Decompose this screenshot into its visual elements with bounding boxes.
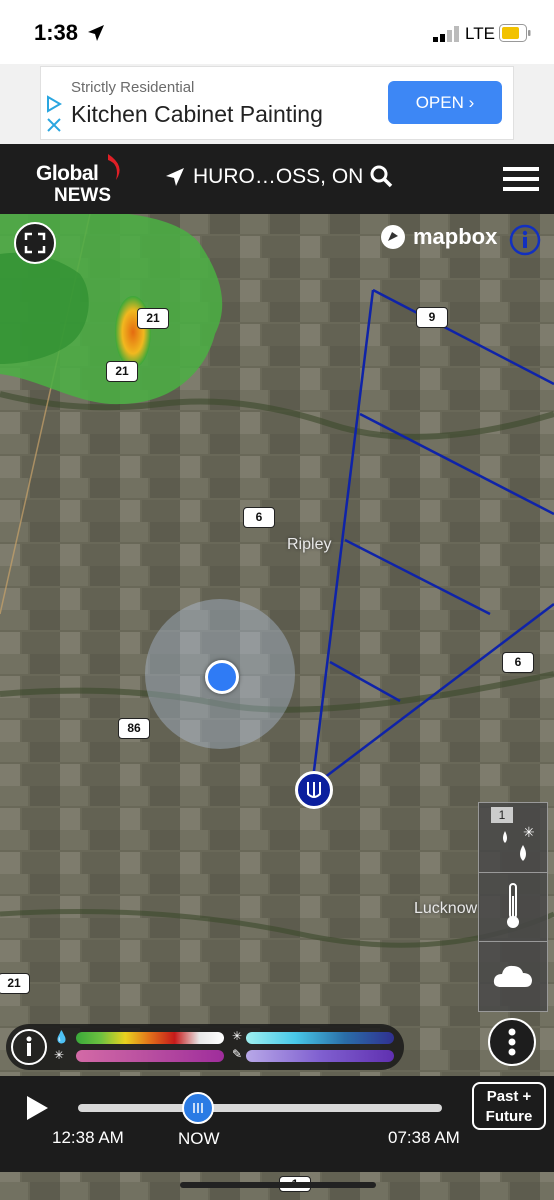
rain-scale-bar: [76, 1032, 224, 1044]
home-indicator: [180, 1182, 376, 1188]
cellular-signal-icon: [433, 26, 459, 42]
network-type: LTE: [465, 24, 495, 43]
rain-drops-icon: 💧: [54, 1030, 69, 1044]
ad-title[interactable]: Kitchen Cabinet Painting: [71, 101, 323, 128]
layer-precip[interactable]: 1 ✳: [479, 803, 547, 873]
freezing-scale-bar: [246, 1050, 394, 1062]
timeline-track[interactable]: [78, 1104, 442, 1112]
past-future-line1: Past +: [486, 1088, 532, 1105]
status-bar: 1:38 LTE: [0, 0, 554, 64]
snow-scale-bar: [246, 1032, 394, 1044]
mapbox-logo-icon: [381, 225, 405, 249]
road-shield: 9: [416, 307, 448, 328]
battery-icon: [499, 24, 531, 42]
thermometer-icon: [507, 883, 519, 928]
timeline-now-label: NOW: [178, 1129, 220, 1148]
search-icon[interactable]: [369, 164, 393, 188]
timeline-scrubber[interactable]: [182, 1092, 215, 1124]
road-shield: 21: [137, 308, 169, 329]
precip-icon: ✳: [503, 825, 535, 861]
layer-clouds[interactable]: [479, 941, 547, 1010]
chevron-right-icon: ›: [468, 93, 475, 112]
ad-open-button[interactable]: OPEN ›: [388, 81, 502, 124]
app-header: Global NEWS HURO…OSS, ON: [0, 144, 554, 214]
town-label-ripley: Ripley: [287, 536, 332, 553]
past-future-line2: Future: [485, 1108, 533, 1125]
user-location-marker[interactable]: [205, 660, 239, 694]
road-shield: 21: [0, 973, 30, 994]
adchoices-icon[interactable]: [45, 95, 63, 135]
brand-line1: Global: [36, 162, 99, 185]
ad-subtitle: Strictly Residential: [71, 79, 195, 96]
scrubber-grip-icon: [193, 1103, 203, 1113]
road-shield: 21: [106, 361, 138, 382]
location-name[interactable]: HURO…OSS, ON: [193, 165, 363, 189]
status-time: 1:38: [34, 20, 79, 45]
brand-arrow-icon: [108, 154, 120, 180]
road-shield: 6: [243, 507, 275, 528]
cloud-icon: [493, 965, 532, 987]
play-icon[interactable]: [24, 1094, 50, 1122]
ad-banner[interactable]: Strictly Residential Kitchen Cabinet Pai…: [0, 64, 554, 144]
hamburger-menu-icon[interactable]: [503, 165, 539, 193]
town-label-lucknow: Lucknow: [414, 900, 478, 917]
radar-map[interactable]: mapbox Ripley Lucknow 21 21 9 6 6 86 21 …: [0, 214, 554, 1200]
mixed-scale-bar: [76, 1050, 224, 1062]
weather-station-marker[interactable]: [295, 771, 333, 809]
road-shield: 86: [118, 718, 150, 739]
timeline-end-time: 07:38 AM: [388, 1128, 460, 1147]
mapbox-label: mapbox: [413, 224, 498, 249]
layer-badge: 1: [491, 807, 513, 823]
timeline-bar: 12:38 AM NOW 07:38 AM Past + Future: [0, 1076, 554, 1172]
location-arrow-icon: [88, 25, 104, 41]
layer-selector[interactable]: 1 ✳: [478, 802, 548, 1012]
location-arrow-icon[interactable]: [164, 166, 186, 188]
mixed-precip-icon: ✳: [54, 1048, 65, 1062]
past-future-toggle[interactable]: Past + Future: [472, 1082, 546, 1130]
brand-line2: NEWS: [54, 185, 111, 206]
layer-temperature[interactable]: [479, 872, 547, 942]
timeline-start-time: 12:38 AM: [52, 1128, 124, 1147]
freezing-rain-icon: ✎: [232, 1047, 243, 1061]
snow-icon: ✳: [232, 1029, 243, 1043]
expand-icon: [24, 232, 46, 254]
legend-info-icon[interactable]: [10, 1028, 48, 1066]
ad-card[interactable]: Strictly Residential Kitchen Cabinet Pai…: [40, 66, 514, 140]
radar-legend[interactable]: 💧 ✳ ✳ ✎: [6, 1024, 404, 1070]
global-news-logo[interactable]: Global NEWS: [36, 152, 136, 208]
svg-text:✳: ✳: [523, 825, 535, 841]
more-options-button[interactable]: [488, 1018, 536, 1066]
more-vertical-icon: [508, 1028, 516, 1056]
station-icon: [307, 782, 321, 798]
map-info-icon[interactable]: [509, 224, 541, 256]
road-shield: 6: [502, 652, 534, 673]
ad-open-label: OPEN: [415, 93, 464, 112]
expand-map-button[interactable]: [14, 222, 56, 264]
